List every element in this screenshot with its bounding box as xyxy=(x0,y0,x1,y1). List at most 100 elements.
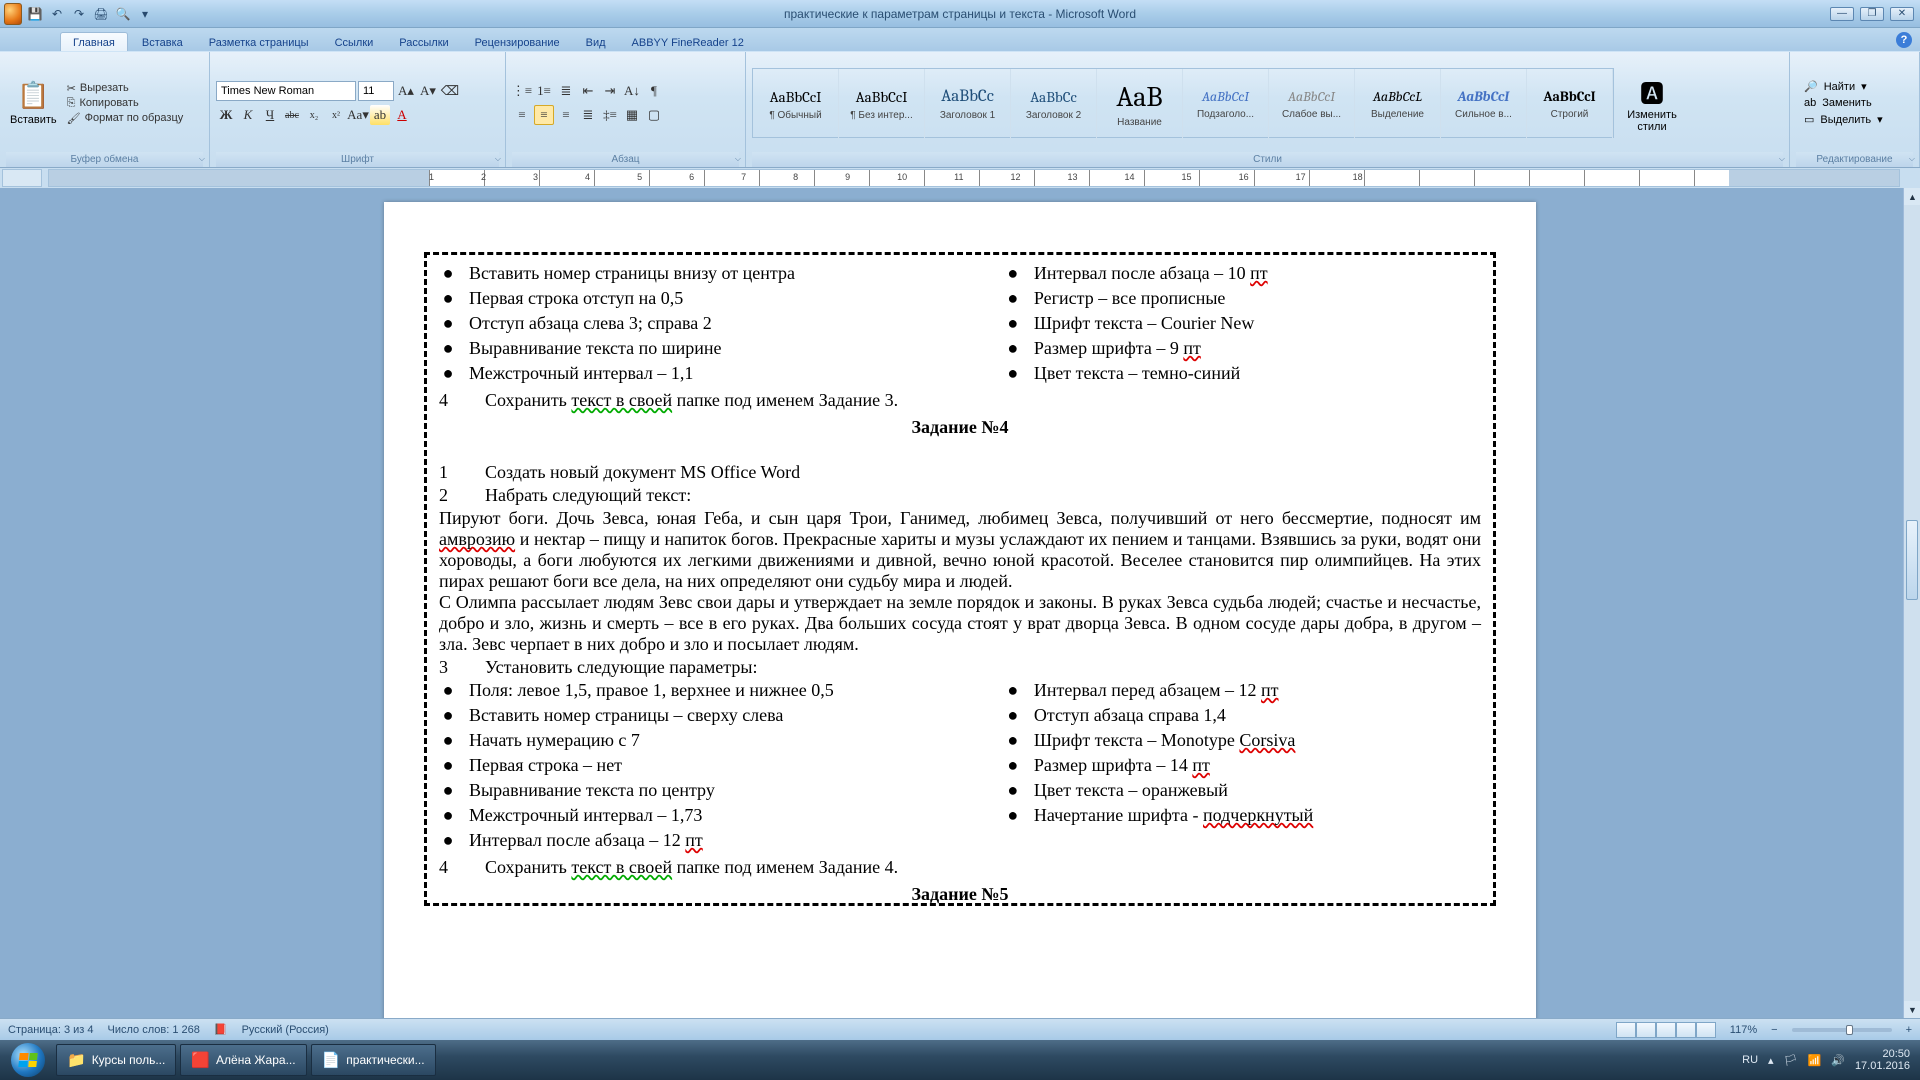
style-item-1[interactable]: AaBbCcI¶ Без интер... xyxy=(839,69,925,139)
list-item: ●Размер шрифта – 14 пт xyxy=(1004,755,1481,776)
ribbon-tabs: Главная Вставка Разметка страницы Ссылки… xyxy=(0,28,1920,52)
font-size-select[interactable]: 11 xyxy=(358,81,394,101)
style-item-2[interactable]: AaBbCcЗаголовок 1 xyxy=(925,69,1011,139)
style-item-9[interactable]: AaBbCcIСтрогий xyxy=(1527,69,1613,139)
shrink-font-button[interactable]: A▾ xyxy=(418,81,438,101)
subscript-button[interactable]: x₂ xyxy=(304,105,324,125)
style-item-3[interactable]: AaBbCcЗаголовок 2 xyxy=(1011,69,1097,139)
start-button[interactable] xyxy=(4,1042,52,1078)
strike-button[interactable]: abc xyxy=(282,105,302,125)
ruler-row: 123456789101112131415161718 xyxy=(0,168,1920,188)
tray-volume-icon[interactable]: 🔊 xyxy=(1831,1054,1845,1067)
font-family-select[interactable]: Times New Roman xyxy=(216,81,356,101)
bold-button[interactable]: Ж xyxy=(216,105,236,125)
taskbar-item-1[interactable]: 🟥Алёна Жара... xyxy=(180,1044,306,1076)
status-language[interactable]: Русский (Россия) xyxy=(242,1024,329,1036)
tab-references[interactable]: Ссылки xyxy=(323,33,386,51)
tab-review[interactable]: Рецензирование xyxy=(463,33,572,51)
tray-clock[interactable]: 20:50 17.01.2016 xyxy=(1855,1048,1910,1072)
grow-font-button[interactable]: A▴ xyxy=(396,81,416,101)
list-item: ●Межстрочный интервал – 1,73 xyxy=(439,805,964,826)
bullets-button[interactable]: ⋮≡ xyxy=(512,81,532,101)
style-item-0[interactable]: AaBbCcI¶ Обычный xyxy=(753,69,839,139)
decrease-indent-button[interactable]: ⇤ xyxy=(578,81,598,101)
scroll-thumb[interactable] xyxy=(1906,520,1918,600)
scroll-up-button[interactable]: ▲ xyxy=(1904,188,1920,205)
copy-icon: ⎘ xyxy=(67,97,76,110)
paste-label: Вставить xyxy=(10,114,57,126)
superscript-button[interactable]: x² xyxy=(326,105,346,125)
horizontal-ruler[interactable]: 123456789101112131415161718 xyxy=(48,169,1900,187)
style-item-5[interactable]: AaBbCcIПодзаголо... xyxy=(1183,69,1269,139)
zoom-out-button[interactable]: − xyxy=(1771,1024,1777,1036)
preview-button[interactable]: 🔍 xyxy=(114,5,132,23)
align-left-button[interactable]: ≡ xyxy=(512,105,532,125)
replace-button[interactable]: abЗаменить xyxy=(1804,97,1883,109)
help-icon[interactable]: ? xyxy=(1896,32,1912,48)
format-painter-button[interactable]: 🖌Формат по образцу xyxy=(67,112,184,125)
style-item-6[interactable]: AaBbCcIСлабое вы... xyxy=(1269,69,1355,139)
office-button[interactable] xyxy=(4,5,22,23)
zoom-in-button[interactable]: + xyxy=(1906,1024,1912,1036)
sort-button[interactable]: A↓ xyxy=(622,81,642,101)
view-buttons[interactable] xyxy=(1616,1022,1716,1038)
tab-insert[interactable]: Вставка xyxy=(130,33,195,51)
print-button[interactable]: 🖨 xyxy=(92,5,110,23)
find-button[interactable]: 🔎Найти ▾ xyxy=(1804,80,1883,93)
maximize-button[interactable]: ❐ xyxy=(1860,7,1884,21)
qat-dropdown[interactable]: ▾ xyxy=(136,5,154,23)
taskbar-item-0[interactable]: 📁Курсы поль... xyxy=(56,1044,176,1076)
italic-button[interactable]: К xyxy=(238,105,258,125)
align-right-button[interactable]: ≡ xyxy=(556,105,576,125)
multilevel-button[interactable]: ≣ xyxy=(556,81,576,101)
tray-flag-icon[interactable]: 🏳 xyxy=(1784,1054,1798,1067)
select-button[interactable]: ▭Выделить ▾ xyxy=(1804,113,1883,126)
document-area[interactable]: ●Вставить номер страницы внизу от центра… xyxy=(0,188,1920,1018)
font-color-button[interactable]: A xyxy=(392,105,412,125)
tab-view[interactable]: Вид xyxy=(574,33,618,51)
minimize-button[interactable]: — xyxy=(1830,7,1854,21)
increase-indent-button[interactable]: ⇥ xyxy=(600,81,620,101)
tray-network-icon[interactable]: 📶 xyxy=(1808,1054,1822,1067)
scroll-down-button[interactable]: ▼ xyxy=(1904,1001,1920,1018)
document-page[interactable]: ●Вставить номер страницы внизу от центра… xyxy=(384,202,1536,1018)
zoom-value[interactable]: 117% xyxy=(1730,1024,1757,1036)
borders-button[interactable]: ▢ xyxy=(644,105,664,125)
tray-chevron-icon[interactable]: ▴ xyxy=(1768,1054,1774,1067)
close-button[interactable]: ✕ xyxy=(1890,7,1914,21)
cut-button[interactable]: ✂Вырезать xyxy=(67,82,184,95)
highlight-button[interactable]: ab xyxy=(370,105,390,125)
copy-button[interactable]: ⎘Копировать xyxy=(67,97,184,110)
align-center-button[interactable]: ≡ xyxy=(534,105,554,125)
ruler-corner[interactable] xyxy=(2,169,42,187)
tab-mailings[interactable]: Рассылки xyxy=(387,33,460,51)
change-styles-button[interactable]: 🅰 Изменить стили xyxy=(1620,66,1684,141)
line-spacing-button[interactable]: ‡≡ xyxy=(600,105,620,125)
underline-button[interactable]: Ч xyxy=(260,105,280,125)
style-item-8[interactable]: AaBbCcIСильное в... xyxy=(1441,69,1527,139)
numbering-button[interactable]: 1≡ xyxy=(534,81,554,101)
clear-formatting-button[interactable]: ⌫ xyxy=(440,81,460,101)
tab-abbyy[interactable]: ABBYY FineReader 12 xyxy=(620,33,756,51)
style-item-4[interactable]: AaBНазвание xyxy=(1097,69,1183,139)
change-case-button[interactable]: Aa▾ xyxy=(348,105,368,125)
redo-button[interactable]: ↷ xyxy=(70,5,88,23)
styles-gallery[interactable]: AaBbCcI¶ ОбычныйAaBbCcI¶ Без интер...AaB… xyxy=(752,68,1614,138)
style-item-7[interactable]: AaBbCcLВыделение xyxy=(1355,69,1441,139)
vertical-scrollbar[interactable]: ▲ ▼ xyxy=(1903,188,1920,1018)
list-item: ●Выравнивание текста по ширине xyxy=(439,338,964,359)
show-marks-button[interactable]: ¶ xyxy=(644,81,664,101)
paste-button[interactable]: 📋 Вставить xyxy=(6,76,61,130)
status-page[interactable]: Страница: 3 из 4 xyxy=(8,1024,94,1036)
tab-home[interactable]: Главная xyxy=(60,32,128,51)
save-button[interactable]: 💾 xyxy=(26,5,44,23)
proofing-icon[interactable]: 📕 xyxy=(214,1023,228,1036)
justify-button[interactable]: ≣ xyxy=(578,105,598,125)
zoom-slider[interactable] xyxy=(1792,1028,1892,1032)
shading-button[interactable]: ▦ xyxy=(622,105,642,125)
undo-button[interactable]: ↶ xyxy=(48,5,66,23)
taskbar-item-2[interactable]: 📄практически... xyxy=(311,1044,436,1076)
tray-language[interactable]: RU xyxy=(1742,1054,1758,1066)
tab-page-layout[interactable]: Разметка страницы xyxy=(197,33,321,51)
status-word-count[interactable]: Число слов: 1 268 xyxy=(108,1024,200,1036)
